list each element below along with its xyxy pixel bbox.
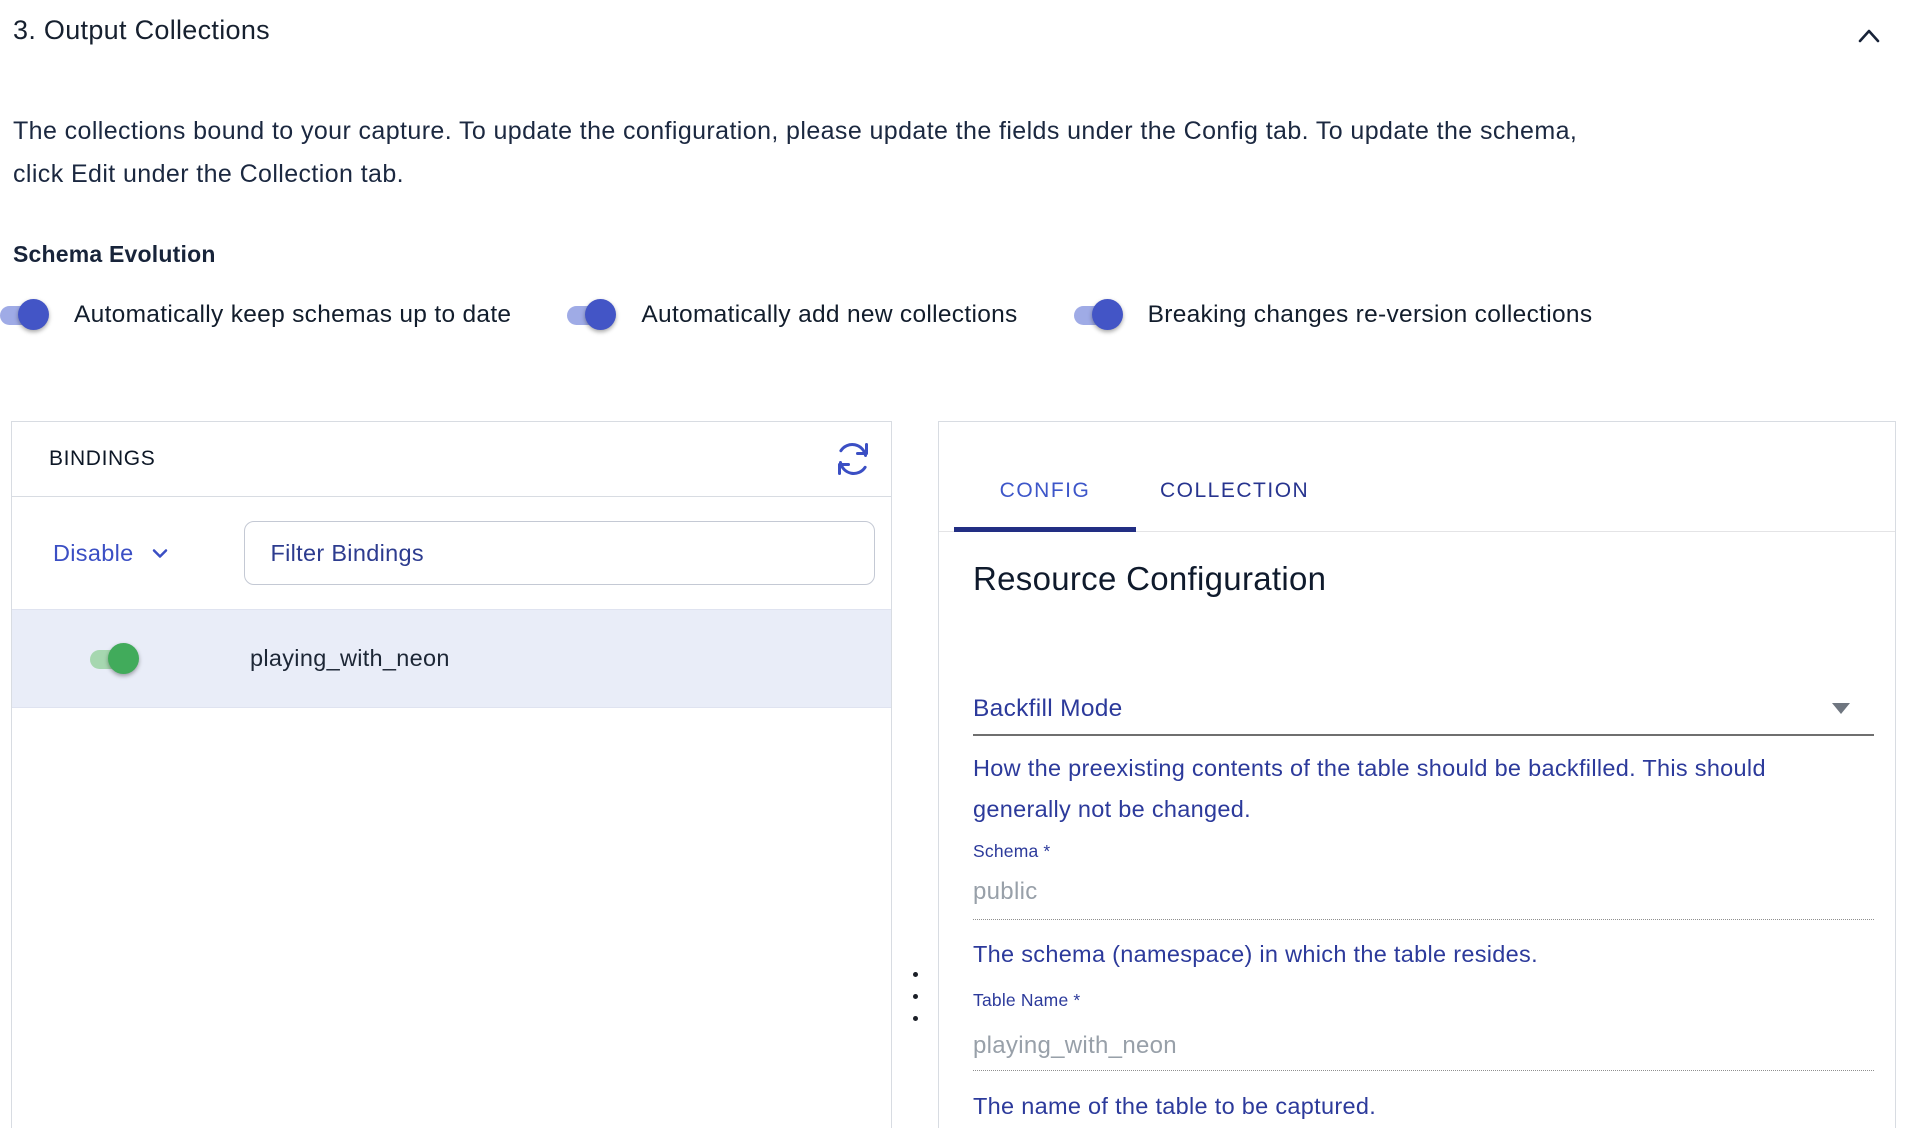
schema-field-label: Schema* bbox=[973, 841, 1874, 862]
section-description: The collections bound to your capture. T… bbox=[13, 110, 1873, 196]
panel-resize-handle[interactable] bbox=[903, 956, 927, 1036]
table-name-field-description: The name of the table to be captured. bbox=[973, 1086, 1874, 1127]
table-name-field-label: Table Name* bbox=[973, 990, 1874, 1011]
vertical-dots-icon bbox=[913, 994, 918, 999]
collapse-section-button[interactable] bbox=[1844, 12, 1894, 62]
required-marker: * bbox=[1073, 990, 1080, 1010]
schema-field-description: The schema (namespace) in which the tabl… bbox=[973, 934, 1874, 975]
toggle-add-new-collections[interactable]: Automatically add new collections bbox=[567, 298, 1017, 332]
refresh-bindings-button[interactable] bbox=[829, 435, 877, 483]
switch-on-icon[interactable] bbox=[1074, 298, 1138, 332]
toggle-label: Automatically keep schemas up to date bbox=[74, 301, 511, 329]
disable-dropdown-button[interactable]: Disable bbox=[53, 540, 172, 567]
tab-collection[interactable]: COLLECTION bbox=[1136, 450, 1333, 531]
binding-enabled-switch-icon[interactable] bbox=[90, 642, 154, 676]
toggle-label: Breaking changes re-version collections bbox=[1148, 301, 1593, 329]
output-collections-section: 3. Output Collections The collections bo… bbox=[0, 0, 1914, 1128]
chevron-down-icon bbox=[133, 541, 172, 565]
switch-on-icon[interactable] bbox=[567, 298, 631, 332]
config-tab-content: Resource Configuration Backfill Mode How… bbox=[939, 560, 1895, 1127]
toggle-keep-schemas-up-to-date[interactable]: Automatically keep schemas up to date bbox=[0, 298, 511, 332]
vertical-dots-icon bbox=[913, 1016, 918, 1021]
schema-evolution-heading: Schema Evolution bbox=[13, 241, 216, 268]
binding-row[interactable]: playing_with_neon bbox=[12, 609, 891, 708]
caret-down-icon bbox=[1832, 703, 1850, 714]
backfill-mode-label: Backfill Mode bbox=[973, 692, 1123, 725]
schema-evolution-toggles: Automatically keep schemas up to date Au… bbox=[0, 287, 1648, 343]
vertical-dots-icon bbox=[913, 972, 918, 977]
schema-field-value: public bbox=[973, 878, 1874, 920]
switch-on-icon[interactable] bbox=[0, 298, 64, 332]
detail-tabs: CONFIG COLLECTION bbox=[939, 422, 1895, 532]
bindings-toolbar: Disable bbox=[12, 497, 891, 609]
table-name-field-value: playing_with_neon bbox=[973, 1032, 1874, 1071]
section-title: 3. Output Collections bbox=[13, 12, 270, 48]
binding-detail-panel: CONFIG COLLECTION Resource Configuration… bbox=[938, 421, 1896, 1128]
chevron-up-icon bbox=[1852, 20, 1886, 54]
backfill-mode-description: How the preexisting contents of the tabl… bbox=[973, 748, 1874, 830]
tab-config[interactable]: CONFIG bbox=[954, 450, 1136, 531]
toggle-label: Automatically add new collections bbox=[641, 301, 1017, 329]
binding-name: playing_with_neon bbox=[250, 645, 450, 672]
bindings-panel-header: BINDINGS bbox=[12, 422, 891, 497]
toggle-breaking-changes-reversion[interactable]: Breaking changes re-version collections bbox=[1074, 298, 1593, 332]
bindings-title: BINDINGS bbox=[49, 447, 155, 471]
filter-bindings-input[interactable] bbox=[244, 521, 875, 585]
required-marker: * bbox=[1043, 841, 1050, 861]
resource-configuration-heading: Resource Configuration bbox=[973, 560, 1874, 598]
bindings-panel: BINDINGS Disable bbox=[11, 421, 892, 1128]
refresh-icon bbox=[831, 437, 875, 481]
active-tab-indicator bbox=[954, 527, 1136, 532]
backfill-mode-select[interactable]: Backfill Mode bbox=[973, 692, 1874, 736]
